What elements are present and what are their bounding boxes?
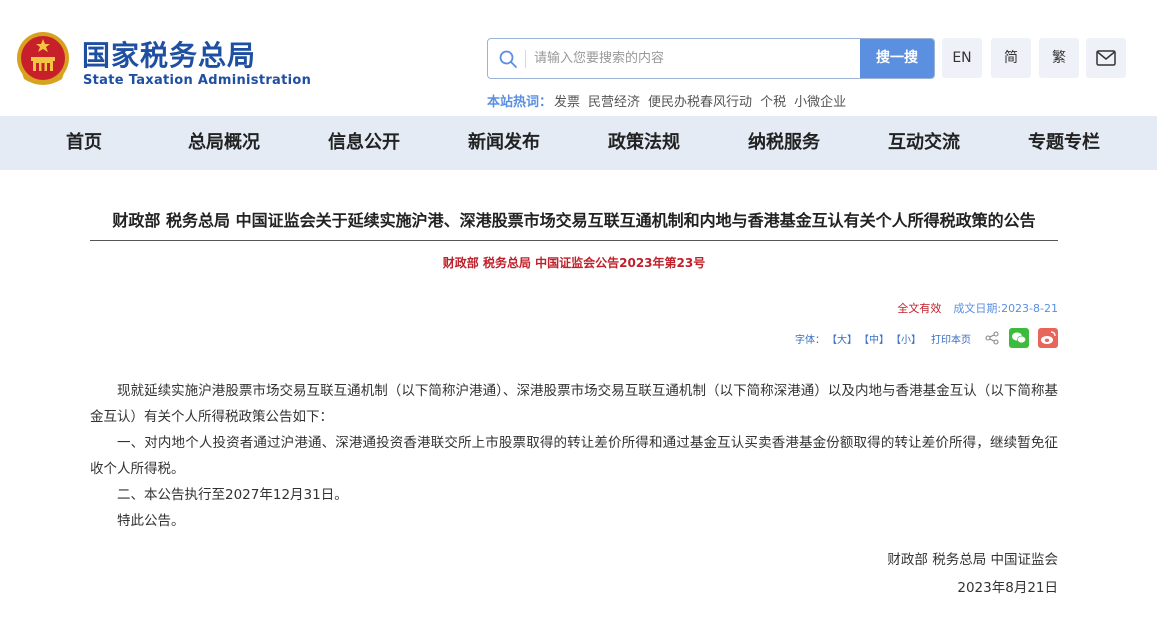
nav-item-news[interactable]: 新闻发布 <box>449 116 559 170</box>
hot-word-link[interactable]: 发票 <box>554 95 580 110</box>
article-title: 财政部 税务总局 中国证监会关于延续实施沪港、深港股票市场交易互联互通机制和内地… <box>112 211 1036 230</box>
article-tools: 字体： 【大】 【中】 【小】 打印本页 <box>793 328 1058 348</box>
search-input[interactable] <box>534 39 854 78</box>
lang-en-button[interactable]: EN <box>942 38 982 78</box>
article-paragraph: 特此公告。 <box>117 513 185 529</box>
font-medium-button[interactable]: 【中】 <box>859 331 889 346</box>
hot-word-link[interactable]: 个税 <box>760 95 786 110</box>
mail-button[interactable] <box>1086 38 1126 78</box>
validity-status: 全文有效 <box>897 302 942 315</box>
share-icon[interactable] <box>985 331 999 345</box>
mail-icon <box>1096 50 1116 66</box>
document-number: 财政部 税务总局 中国证监会公告2023年第23号 <box>442 256 706 270</box>
title-divider <box>90 240 1058 241</box>
hot-word-link[interactable]: 小微企业 <box>794 95 846 110</box>
hot-words: 本站热词： 发票 民营经济 便民办税春风行动 个税 小微企业 <box>487 91 852 110</box>
search-divider <box>525 50 526 68</box>
nav-item-home[interactable]: 首页 <box>29 116 139 170</box>
article-paragraph: 二、本公告执行至2027年12月31日。 <box>117 487 348 503</box>
wechat-icon[interactable] <box>1009 328 1029 348</box>
signature-date: 2023年8月21日 <box>957 580 1058 596</box>
nav-item-policy[interactable]: 政策法规 <box>589 116 699 170</box>
nav-item-overview[interactable]: 总局概况 <box>169 116 279 170</box>
font-large-button[interactable]: 【大】 <box>827 331 857 346</box>
search-button[interactable]: 搜一搜 <box>860 39 934 78</box>
lang-traditional-button[interactable]: 繁 <box>1039 38 1079 78</box>
article-paragraph: 一、对内地个人投资者通过沪港通、深港通投资香港联交所上市股票取得的转让差价所得和… <box>90 435 1058 477</box>
nav-item-disclosure[interactable]: 信息公开 <box>309 116 419 170</box>
hot-words-label: 本站热词： <box>487 95 553 110</box>
search-icon <box>499 50 517 68</box>
nav-item-service[interactable]: 纳税服务 <box>729 116 839 170</box>
font-small-button[interactable]: 【小】 <box>891 331 921 346</box>
site-header: 国家税务总局 State Taxation Administration 搜一搜… <box>0 0 1157 116</box>
issue-date: 成文日期:2023-8-21 <box>953 302 1058 315</box>
print-button[interactable]: 打印本页 <box>931 331 971 346</box>
hot-word-link[interactable]: 便民办税春风行动 <box>648 95 752 110</box>
nav-item-topics[interactable]: 专题专栏 <box>1009 116 1119 170</box>
main-nav: 首页 总局概况 信息公开 新闻发布 政策法规 纳税服务 互动交流 专题专栏 <box>0 116 1157 170</box>
font-size-label: 字体： <box>795 334 825 346</box>
national-emblem-icon[interactable] <box>14 29 72 89</box>
nav-item-interaction[interactable]: 互动交流 <box>869 116 979 170</box>
article-paragraph: 现就延续实施沪港股票市场交易互联互通机制（以下简称沪港通）、深港股票市场交易互联… <box>90 383 1058 425</box>
weibo-icon[interactable] <box>1038 328 1058 348</box>
logo-subtitle[interactable]: State Taxation Administration <box>83 73 311 88</box>
article-body: 现就延续实施沪港股票市场交易互联互通机制（以下简称沪港通）、深港股票市场交易互联… <box>90 378 1058 534</box>
hot-word-link[interactable]: 民营经济 <box>588 95 640 110</box>
lang-simplified-button[interactable]: 简 <box>991 38 1031 78</box>
logo-title[interactable]: 国家税务总局 <box>82 34 256 74</box>
article-meta: 全文有效 成文日期:2023-8-21 <box>897 300 1058 316</box>
search-box: 搜一搜 <box>487 38 935 79</box>
signature: 财政部 税务总局 中国证监会 <box>887 552 1058 568</box>
